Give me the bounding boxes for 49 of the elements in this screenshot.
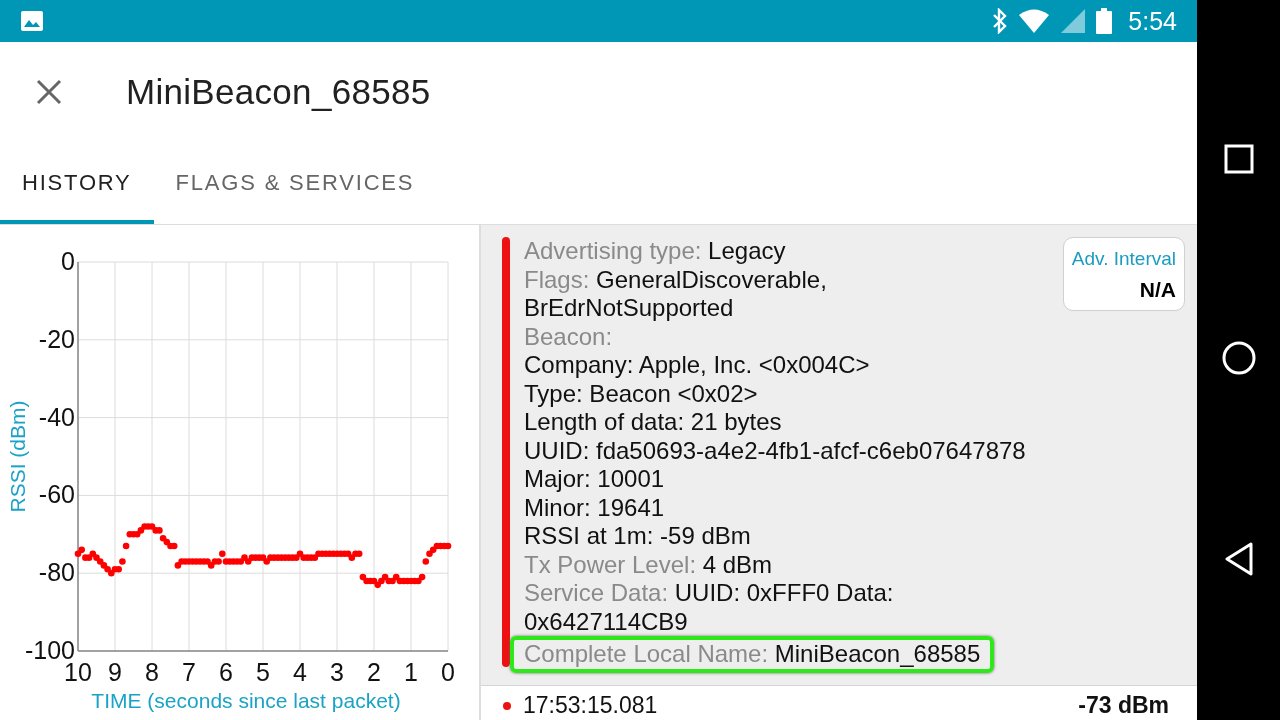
axis-title: RSSI (dBm)	[6, 400, 29, 513]
packet-time: 17:53:15.081	[523, 692, 659, 719]
square-icon[interactable]	[1223, 143, 1254, 174]
axis-tick-label: 0	[441, 658, 455, 686]
detail-line: Service Data: UUID: 0xFFF0 Data: 0x6427114CB9	[524, 579, 895, 636]
clock-time: 5:54	[1128, 6, 1177, 36]
tab[interactable]: HISTORY	[0, 142, 154, 224]
detail-line: Length of data: 21 bytes	[524, 408, 782, 437]
bluetooth-icon	[992, 8, 1009, 34]
axis-tick-label: 1	[404, 658, 418, 686]
axis-tick-label: 4	[293, 658, 307, 686]
status-dot	[503, 701, 511, 710]
packet-rssi: -73 dBm	[1078, 692, 1169, 719]
axis-title: TIME (seconds since last packet)	[91, 689, 401, 712]
axis-tick-label: 5	[256, 658, 270, 686]
interval-label: Adv. Interval	[1071, 248, 1176, 270]
detail-line: Company: Apple, Inc. <0x004C>	[524, 351, 870, 380]
detail-line: RSSI at 1m: -59 dBm	[524, 522, 751, 551]
detail-line: Type: Beacon <0x02>	[524, 379, 758, 408]
circle-icon[interactable]	[1221, 341, 1256, 375]
screen-title: MiniBeacon_68585	[126, 72, 431, 112]
detail-line: Tx Power Level: 4 dBm	[524, 550, 773, 579]
detail-line: Major: 10001	[524, 465, 665, 494]
wifi-icon	[1018, 9, 1051, 33]
axis-tick-label: 9	[108, 658, 122, 686]
axis-tick-label: 7	[182, 658, 196, 686]
battery-icon	[1096, 8, 1113, 34]
data-point	[122, 542, 130, 550]
close-icon[interactable]	[36, 79, 62, 105]
image-icon	[20, 10, 44, 32]
axis-tick-label: 0	[61, 247, 75, 275]
axis-tick-label: -60	[38, 480, 75, 509]
axis-tick-label: -80	[38, 558, 75, 587]
axis-tick-label: -40	[38, 402, 75, 431]
signal-icon	[1060, 9, 1087, 33]
axis-tick-label: 8	[145, 658, 159, 686]
detail-line: Minor: 19641	[524, 493, 665, 522]
detail-line: Beacon:	[524, 322, 613, 351]
detail-line: Flags: GeneralDiscoverable, BrEdrNotSupported	[524, 265, 828, 323]
axis-tick-label: 3	[330, 658, 344, 686]
axis-tick-label: -20	[38, 324, 75, 353]
tab[interactable]: FLAGS & SERVICES	[153, 142, 437, 224]
interval-value: N/A	[1139, 278, 1176, 302]
back-icon[interactable]	[1223, 542, 1254, 577]
detail-line: UUID: fda50693-a4e2-4fb1-afcf-c6eb07647878	[524, 436, 1026, 465]
detail-line: Advertising type: Legacy	[524, 237, 786, 266]
packet-row[interactable]: 17:53:15.081 -73 dBm	[481, 685, 1197, 720]
axis-tick-label: 2	[367, 658, 381, 686]
axis-tick-label: 6	[219, 658, 233, 686]
